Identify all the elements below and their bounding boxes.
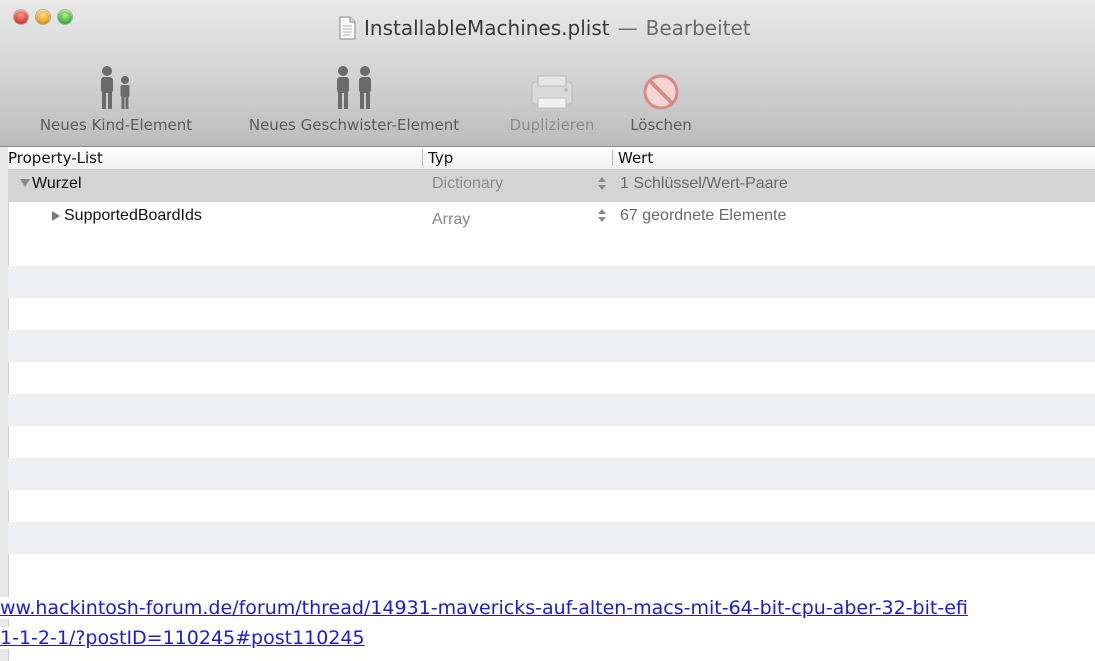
source-url-line1[interactable]: ww.hackintosh-forum.de/forum/thread/1493…	[0, 597, 968, 619]
delete-label: Löschen	[630, 116, 692, 134]
title-edit-state: Bearbeitet	[645, 16, 751, 40]
row-type[interactable]: Dictionary	[432, 175, 503, 193]
new-sibling-button[interactable]: Neues Geschwister-Element	[224, 56, 484, 134]
empty-row	[8, 522, 1095, 554]
title-filename: InstallableMachines.plist	[364, 16, 610, 40]
column-header-value[interactable]: Wert	[618, 149, 653, 167]
duplicate-button[interactable]: Duplizieren	[494, 56, 610, 134]
table-row-supported-board-ids[interactable]: SupportedBoardIds Array 67 geordnete Ele…	[8, 202, 1095, 234]
toolbar: Neues Kind-Element Neues Geschwister-Ele…	[0, 56, 1095, 146]
row-key: SupportedBoardIds	[64, 207, 202, 224]
column-divider[interactable]	[422, 150, 423, 166]
column-header-type[interactable]: Typ	[428, 149, 453, 167]
traffic-lights	[14, 10, 72, 24]
new-sibling-label: Neues Geschwister-Element	[248, 116, 460, 134]
row-type[interactable]: Array	[432, 211, 470, 229]
zoom-window-button[interactable]	[58, 10, 72, 24]
row-key: Wurzel	[32, 175, 82, 192]
row-value[interactable]: 1 Schlüssel/Wert-Paare	[620, 175, 788, 193]
delete-button[interactable]: Löschen	[618, 56, 704, 134]
new-sibling-icon	[337, 66, 371, 109]
minimize-window-button[interactable]	[36, 10, 50, 24]
table-row-root[interactable]: Wurzel Dictionary 1 Schlüssel/Wert-Paare	[8, 170, 1095, 202]
source-url-line2[interactable]: 1-1-2-1/?postID=110245#post110245	[0, 627, 365, 649]
row-value[interactable]: 67 geordnete Elemente	[620, 207, 786, 225]
duplicate-icon	[531, 75, 573, 109]
title-separator: —	[617, 16, 638, 40]
empty-row	[8, 266, 1095, 298]
document-icon	[339, 16, 356, 40]
plist-editor-window: InstallableMachines.plist — Bearbeitet N…	[0, 0, 1095, 661]
column-header-key[interactable]: Property-List	[8, 149, 103, 167]
disclosure-collapsed-icon[interactable]	[52, 211, 60, 221]
close-window-button[interactable]	[14, 10, 28, 24]
table-header: Property-List Typ Wert	[8, 147, 1095, 170]
empty-row	[8, 330, 1095, 362]
duplicate-label: Duplizieren	[509, 116, 595, 134]
type-stepper-icon[interactable]	[598, 177, 606, 191]
window-title: InstallableMachines.plist — Bearbeitet	[338, 13, 751, 43]
window-chrome: InstallableMachines.plist — Bearbeitet N…	[0, 0, 1095, 147]
table-rows: Wurzel Dictionary 1 Schlüssel/Wert-Paare…	[8, 170, 1095, 661]
new-child-button[interactable]: Neues Kind-Element	[18, 56, 214, 134]
empty-row	[8, 394, 1095, 426]
property-list-table: Property-List Typ Wert Wurzel Dictionary…	[8, 147, 1095, 661]
delete-icon	[643, 74, 679, 110]
new-child-label: Neues Kind-Element	[39, 116, 193, 134]
type-stepper-icon[interactable]	[598, 209, 606, 223]
empty-row	[8, 458, 1095, 490]
disclosure-expanded-icon[interactable]	[20, 179, 30, 187]
column-divider[interactable]	[612, 150, 613, 166]
new-child-icon	[101, 66, 130, 109]
